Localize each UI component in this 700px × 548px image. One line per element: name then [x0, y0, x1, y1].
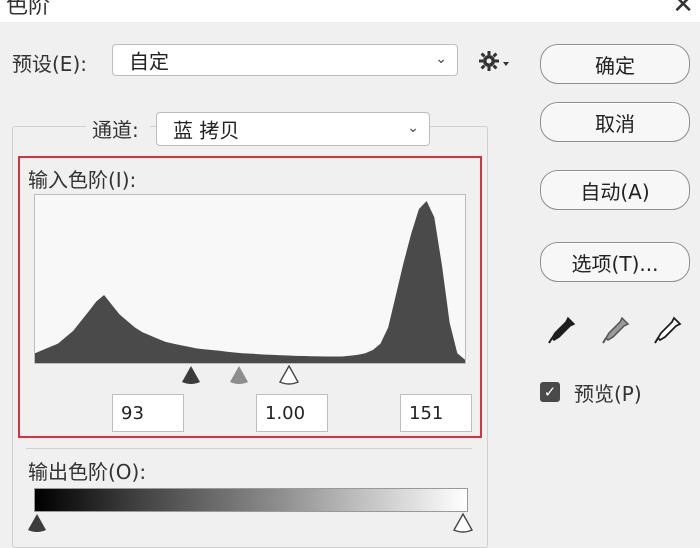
black-eyedropper-icon[interactable] — [546, 314, 578, 346]
cancel-button[interactable]: 取消 — [540, 102, 690, 142]
preset-select[interactable]: 自定 ⌄ — [112, 44, 458, 76]
gamma-input-field[interactable]: 1.00 — [256, 394, 328, 432]
white-eyedropper-icon[interactable] — [652, 314, 684, 346]
white-point-slider[interactable] — [278, 364, 300, 386]
title-bar — [0, 0, 700, 22]
output-white-slider[interactable] — [452, 512, 474, 534]
histogram-chart — [35, 201, 465, 363]
gamma-slider[interactable] — [228, 364, 250, 386]
options-button[interactable]: 选项(T)... — [540, 242, 690, 282]
preview-checkbox[interactable]: ✓ — [540, 382, 560, 402]
chevron-down-icon: ⌄ — [407, 120, 419, 137]
channel-label: 通道: — [92, 118, 139, 142]
black-input-field[interactable]: 93 — [112, 394, 184, 432]
preset-value: 自定 — [129, 49, 169, 74]
histogram-fill — [35, 201, 465, 363]
output-gradient — [34, 488, 468, 512]
channel-value: 蓝 拷贝 — [173, 118, 240, 143]
white-input-field[interactable]: 151 — [400, 394, 472, 432]
preset-label: 预设(E): — [12, 52, 87, 76]
channel-select[interactable]: 蓝 拷贝 ⌄ — [156, 112, 430, 146]
black-point-slider[interactable] — [180, 364, 202, 386]
auto-button[interactable]: 自动(A) — [540, 170, 690, 210]
gear-icon[interactable] — [478, 48, 512, 74]
input-levels-label: 输入色阶(I): — [28, 168, 137, 192]
gray-eyedropper-icon[interactable] — [600, 314, 632, 346]
chevron-down-icon: ⌄ — [435, 51, 447, 68]
divider — [26, 448, 472, 449]
ok-button[interactable]: 确定 — [540, 44, 690, 84]
window-title: 色阶 — [6, 0, 51, 19]
preview-label: 预览(P) — [574, 382, 642, 406]
histogram — [34, 194, 466, 364]
output-levels-label: 输出色阶(O): — [28, 460, 147, 484]
output-black-slider[interactable] — [26, 512, 48, 534]
close-icon[interactable]: ✕ — [672, 0, 694, 20]
